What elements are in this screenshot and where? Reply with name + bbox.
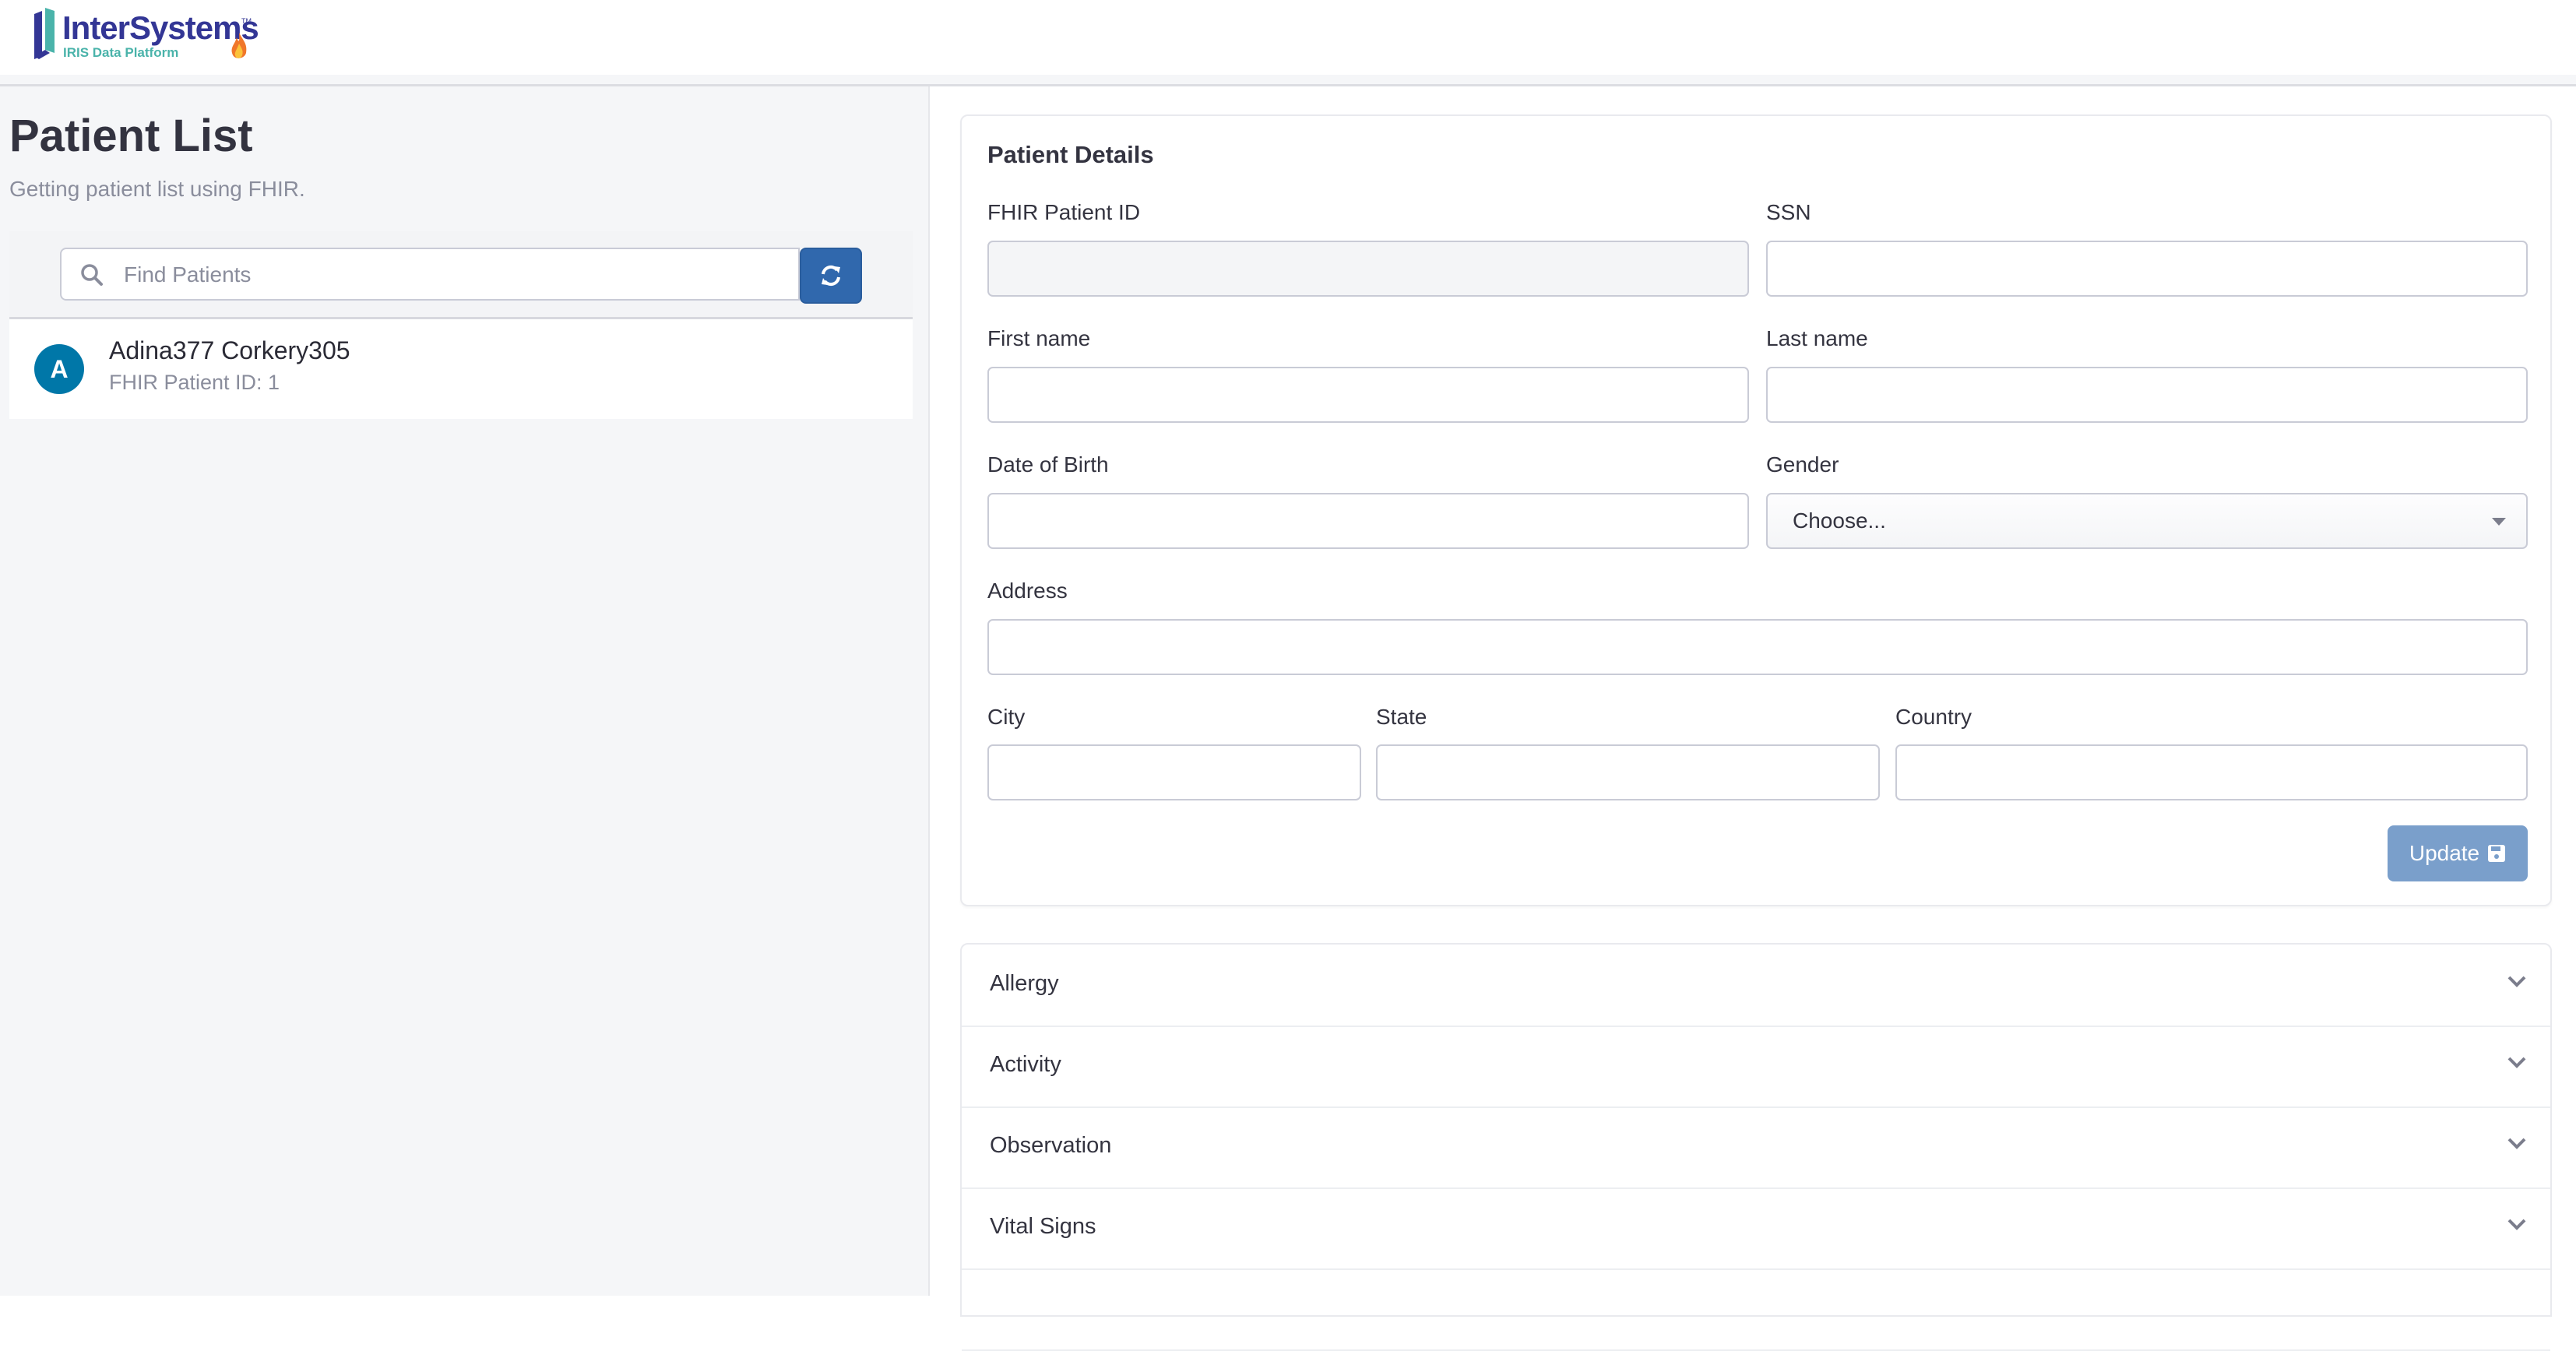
search-panel bbox=[9, 231, 913, 319]
country-field[interactable] bbox=[1895, 744, 2528, 800]
fhir-id-label: FHIR Patient ID bbox=[987, 200, 1141, 224]
accordion-label: Vital Signs bbox=[990, 1214, 1096, 1239]
refresh-button[interactable] bbox=[800, 248, 862, 304]
chevron-down-icon bbox=[2507, 976, 2526, 987]
caret-down-icon bbox=[2492, 518, 2506, 526]
top-bar-divider bbox=[0, 75, 2576, 86]
patient-name: Adina377 Corkery305 bbox=[109, 336, 350, 364]
page-title: Patient List bbox=[9, 111, 253, 161]
logo-trademark: TM bbox=[241, 17, 252, 25]
accordion-label: Activity bbox=[990, 1052, 1061, 1077]
patient-list-item[interactable]: A Adina377 Corkery305 FHIR Patient ID: 1 bbox=[9, 319, 913, 419]
floppy-disk-icon bbox=[2488, 845, 2506, 862]
patient-details-card: Patient Details FHIR Patient ID SSN Firs… bbox=[960, 114, 2552, 906]
page-subtitle: Getting patient list using FHIR. bbox=[9, 177, 305, 201]
chevron-down-icon bbox=[2507, 1057, 2526, 1068]
card-title: Patient Details bbox=[987, 141, 1154, 168]
ssn-field[interactable] bbox=[1766, 241, 2528, 297]
accordion-label: Observation bbox=[990, 1133, 1112, 1158]
accordion-item-observation[interactable]: Observation bbox=[962, 1106, 2550, 1189]
accordion-item-vital-signs[interactable]: Vital Signs bbox=[962, 1187, 2550, 1270]
first-name-field[interactable] bbox=[987, 367, 1749, 423]
refresh-icon bbox=[822, 265, 840, 287]
address-label: Address bbox=[987, 579, 1068, 603]
state-label: State bbox=[1376, 705, 1427, 729]
dob-label: Date of Birth bbox=[987, 452, 1109, 477]
state-field[interactable] bbox=[1376, 744, 1880, 800]
country-label: Country bbox=[1895, 705, 1972, 729]
flame-icon bbox=[231, 33, 247, 58]
search-icon bbox=[81, 264, 103, 286]
avatar: A bbox=[34, 344, 84, 394]
ssn-label: SSN bbox=[1766, 200, 1811, 224]
patient-list-panel: Patient List Getting patient list using … bbox=[0, 86, 930, 1296]
date-of-birth-field[interactable] bbox=[987, 493, 1749, 549]
find-patients-input[interactable] bbox=[122, 249, 787, 301]
gender-label: Gender bbox=[1766, 452, 1839, 477]
logo-product-name: IRIS Data Platform bbox=[63, 45, 179, 60]
update-button-label: Update bbox=[2409, 841, 2480, 865]
patient-fhir-id: FHIR Patient ID: 1 bbox=[109, 371, 280, 394]
first-name-label: First name bbox=[987, 326, 1091, 350]
update-button[interactable]: Update bbox=[2388, 825, 2528, 881]
clinical-accordion: Allergy Activity Observation Vital Signs bbox=[960, 943, 2552, 1351]
last-name-field[interactable] bbox=[1766, 367, 2528, 423]
top-bar: InterSystems TM IRIS Data Platform bbox=[0, 0, 2576, 75]
chevron-down-icon bbox=[2507, 1138, 2526, 1149]
address-field[interactable] bbox=[987, 619, 2528, 675]
accordion-item-partial[interactable] bbox=[962, 1268, 2550, 1351]
logo-mark-icon bbox=[34, 8, 55, 59]
gender-select[interactable]: Choose... bbox=[1766, 493, 2528, 549]
accordion-item-activity[interactable]: Activity bbox=[962, 1026, 2550, 1108]
intersystems-logo[interactable]: InterSystems TM IRIS Data Platform bbox=[34, 8, 268, 62]
fhir-id-field[interactable] bbox=[987, 241, 1749, 297]
city-label: City bbox=[987, 705, 1026, 729]
accordion-item-allergy[interactable]: Allergy bbox=[962, 945, 2550, 1027]
chevron-down-icon bbox=[2507, 1219, 2526, 1230]
accordion-label: Allergy bbox=[990, 971, 1059, 996]
gender-selected-value: Choose... bbox=[1793, 508, 1886, 533]
city-field[interactable] bbox=[987, 744, 1361, 800]
last-name-label: Last name bbox=[1766, 326, 1868, 350]
search-box bbox=[60, 248, 800, 301]
